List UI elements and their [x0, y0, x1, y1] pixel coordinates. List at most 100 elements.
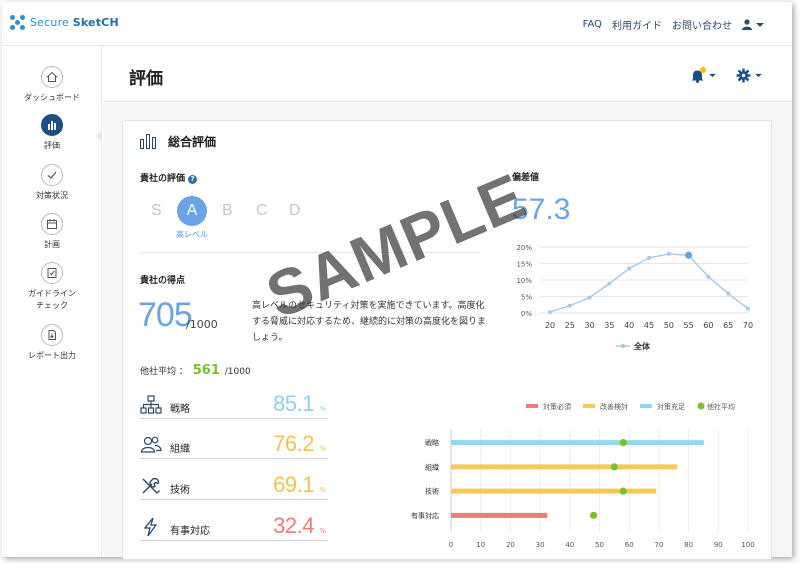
category-unit: %: [319, 445, 326, 453]
user-icon: [742, 19, 752, 30]
average-denominator: /1000: [224, 367, 251, 377]
category-unit: %: [319, 527, 326, 535]
sidebar-item-dashboard[interactable]: ダッシュボード: [2, 66, 102, 103]
highlight-point: [685, 251, 693, 259]
deviation-label: 偏差値: [512, 173, 540, 183]
data-point: [567, 303, 572, 308]
legend-label: 全体: [633, 341, 651, 351]
x-tick-label: 100: [741, 541, 754, 549]
category-label: 有事対応: [411, 511, 439, 520]
logo-text-bold: SketCH: [72, 16, 119, 29]
sidebar-item-label: 評価: [44, 141, 60, 150]
category-name: 組織: [170, 444, 190, 455]
average-marker: [589, 511, 598, 519]
category-name: 有事対応: [170, 526, 210, 537]
x-tick-label: 90: [714, 541, 723, 549]
average-marker: [619, 487, 627, 495]
user-menu[interactable]: [742, 19, 764, 30]
people-icon: [140, 436, 162, 453]
y-tick-label: 5%: [521, 294, 532, 302]
tools-icon: [142, 477, 160, 494]
x-tick-label: 25: [565, 321, 575, 330]
logo-icon: [10, 15, 25, 30]
sidebar-item-evaluation[interactable]: 評価: [2, 114, 102, 151]
top-nav: FAQ 利用ガイド お問い合わせ: [573, 17, 764, 32]
sidebar-item-report[interactable]: レポート出力: [2, 324, 102, 361]
sidebar-item-label: ガイドライン チェック: [28, 289, 76, 310]
category-label: 組織: [425, 462, 439, 471]
app-logo[interactable]: Secure SketCH: [10, 15, 119, 30]
data-point: [627, 266, 632, 271]
legend-label: 改善検討: [600, 402, 628, 411]
deviation-distribution-chart: 0% 5% 10% 15% 20% 20 25 30 35 40 45 50 55 60 65 70 全体: [516, 244, 753, 351]
y-tick-label: 10%: [516, 277, 532, 285]
x-tick-label: 40: [624, 321, 634, 330]
score-description: 高レベルのセキュリティ対策を実施できています。高度化する脅威に対応するため、継続…: [252, 301, 487, 343]
category-label: 技術: [425, 487, 439, 496]
data-point: [706, 274, 711, 279]
guide-link[interactable]: 利用ガイド: [612, 17, 662, 32]
lightning-icon: [143, 517, 158, 537]
x-tick-label: 30: [536, 541, 545, 549]
help-icon[interactable]: ?: [188, 175, 198, 184]
legend-label: 他社平均: [707, 402, 735, 411]
average-marker: [619, 439, 627, 447]
sidebar-item-guideline-check[interactable]: ガイドライン チェック: [2, 262, 102, 312]
gear-icon: [736, 68, 751, 83]
contact-link[interactable]: お問い合わせ: [672, 17, 732, 32]
divider: [140, 252, 480, 253]
bar-chart-icon: [41, 114, 63, 136]
data-point: [548, 310, 552, 315]
logo-text: Secure: [30, 16, 73, 29]
score-value: 705: [138, 296, 193, 334]
x-tick-label: 60: [703, 321, 713, 330]
x-tick-label: 50: [664, 321, 674, 330]
sidebar-item-plan[interactable]: 計画: [2, 213, 102, 250]
data-point: [666, 251, 671, 256]
category-label: 戦略: [425, 438, 439, 447]
sidebar-item-label: ダッシュボード: [24, 93, 80, 102]
category-name: 戦略: [170, 404, 190, 415]
grade-a-selected: A: [177, 196, 207, 226]
legend-swatch: [526, 404, 538, 408]
grade-c: C: [256, 202, 268, 219]
chevron-down-icon: [709, 73, 716, 78]
sidebar-item-label: 計画: [44, 240, 60, 249]
notifications-button[interactable]: [690, 67, 716, 83]
data-point: [607, 281, 612, 286]
data-point: [647, 255, 651, 260]
category-row-strategy: 戦略 85.1 %: [140, 391, 328, 419]
category-unit: %: [319, 405, 326, 413]
x-tick-label: 80: [684, 541, 693, 549]
category-value: 85.1: [273, 391, 314, 416]
x-tick-label: 70: [654, 541, 663, 549]
x-tick-label: 20: [506, 541, 515, 549]
header-actions: [690, 67, 762, 83]
x-tick-label: 10: [476, 541, 485, 549]
report-icon: [41, 324, 63, 346]
x-tick-label: 50: [595, 541, 604, 549]
sidebar: ダッシュボード 評価 対策状況 計画 ガイドライン チェック レポート出力: [2, 46, 102, 557]
sidebar-item-label: 対策状況: [36, 191, 68, 200]
average-marker: [610, 463, 618, 471]
deviation-value: 57.3: [512, 193, 571, 226]
score-denominator: /1000: [186, 318, 218, 331]
faq-link[interactable]: FAQ: [583, 19, 602, 30]
category-row-organization: 組織 76.2 %: [140, 431, 328, 459]
x-tick-label: 0: [449, 541, 453, 549]
y-tick-label: 20%: [516, 244, 532, 252]
bar: [451, 464, 678, 470]
grade-s: S: [151, 202, 162, 219]
chevron-down-icon: [755, 73, 762, 78]
legend-label: 対策必須: [543, 402, 571, 411]
x-tick-label: 20: [545, 321, 555, 330]
data-point: [746, 306, 750, 311]
x-tick-label: 65: [723, 321, 733, 330]
sidebar-item-measures[interactable]: 対策状況: [2, 164, 102, 201]
settings-button[interactable]: [736, 68, 762, 83]
document-check-icon: [41, 262, 63, 284]
check-icon: [41, 164, 63, 186]
industry-average: 他社平均 ： 561 /1000: [140, 363, 251, 378]
sidebar-item-label: レポート出力: [28, 351, 76, 360]
y-tick-label: 15%: [516, 261, 532, 269]
